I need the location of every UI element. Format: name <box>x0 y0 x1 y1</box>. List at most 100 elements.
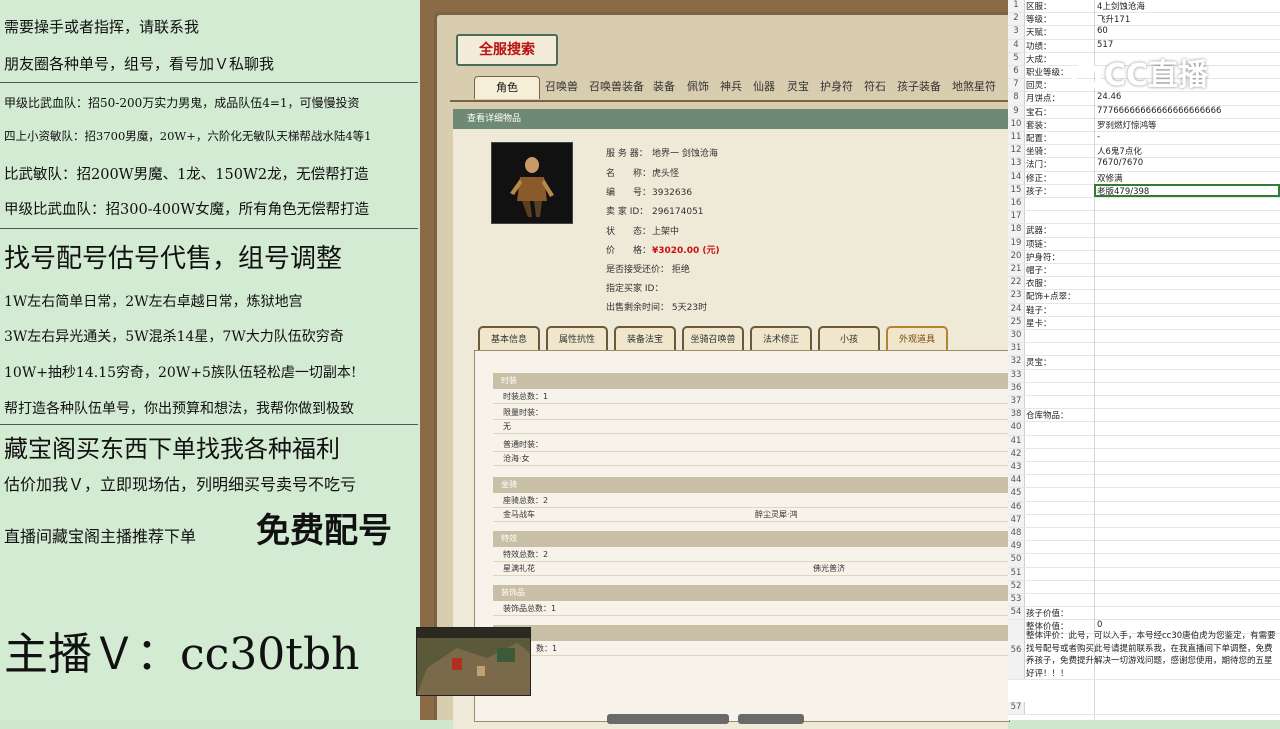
table-row[interactable]: 24 鞋子： <box>1008 303 1280 317</box>
row-number: 56 <box>1008 620 1025 679</box>
table-row[interactable]: 23 配饰+点翠： <box>1008 290 1280 304</box>
table-row[interactable]: 53 <box>1008 594 1280 608</box>
tab-spirit-treasure[interactable]: 灵宝 <box>787 76 809 98</box>
table-row[interactable]: 30 <box>1008 330 1280 344</box>
table-row[interactable]: 33 <box>1008 369 1280 383</box>
subtab-equipment[interactable]: 装备法宝 <box>614 326 676 350</box>
cell-key: 修正： <box>1026 173 1052 184</box>
divider <box>0 82 418 83</box>
table-row[interactable]: 32 灵宝： <box>1008 356 1280 370</box>
row-number: 22 <box>1008 277 1025 290</box>
table-row[interactable]: 51 <box>1008 567 1280 581</box>
tab-summon[interactable]: 召唤兽 <box>545 76 578 98</box>
table-row[interactable]: 46 <box>1008 501 1280 515</box>
subtab-child[interactable]: 小孩 <box>818 326 880 350</box>
promo-line: 甲级比武血队：招300-400W女魔，所有角色无偿帮打造 <box>4 202 370 218</box>
row-number: 18 <box>1008 224 1025 237</box>
row-number: 43 <box>1008 462 1025 475</box>
promo-line: 甲级比武血队：招50-200万实力男鬼，成品队伍4=1，可慢慢投资 <box>4 96 360 110</box>
table-row[interactable]: 42 <box>1008 448 1280 462</box>
table-row[interactable]: 54 孩子价值： <box>1008 607 1280 621</box>
table-row[interactable]: 36 <box>1008 382 1280 396</box>
table-row[interactable]: 8 月饼点： 24.46 <box>1008 92 1280 106</box>
row-number: 57 <box>1008 702 1025 715</box>
row-number: 15 <box>1008 184 1025 197</box>
row-number: 3 <box>1008 26 1025 39</box>
table-row[interactable]: 3 天赋： 60 <box>1008 26 1280 40</box>
table-row[interactable]: 20 护身符： <box>1008 250 1280 264</box>
tab-equipment[interactable]: 装备 <box>653 76 675 98</box>
cell-value: 517 <box>1097 39 1114 50</box>
row-number: 13 <box>1008 158 1025 171</box>
row-number: 16 <box>1008 198 1025 211</box>
row-number: 32 <box>1008 356 1025 369</box>
list-item: 金马战车 醉尘灵犀·鸿 <box>493 508 1008 522</box>
subtab-appearance[interactable]: 外观道具 <box>886 326 948 350</box>
subtab-spell-correction[interactable]: 法术修正 <box>750 326 812 350</box>
table-row[interactable]: 52 <box>1008 580 1280 594</box>
table-row[interactable]: 38 仓库物品： <box>1008 409 1280 423</box>
tab-fairy-item[interactable]: 仙器 <box>753 76 775 98</box>
table-row[interactable]: 43 <box>1008 462 1280 476</box>
promo-line: 需要操手或者指挥，请联系我 <box>4 18 200 36</box>
cell-key: 帽子： <box>1026 266 1052 276</box>
tab-amulet[interactable]: 护身符 <box>820 76 853 98</box>
table-row[interactable]: 17 <box>1008 211 1280 225</box>
bottom-button[interactable] <box>607 714 729 724</box>
table-row[interactable]: 31 <box>1008 343 1280 357</box>
table-row[interactable]: 9 宝石： 77766666666666666666666 <box>1008 105 1280 119</box>
table-row[interactable]: 16 <box>1008 198 1280 212</box>
table-row[interactable]: 48 <box>1008 528 1280 542</box>
info-server: 服 务 器： 地界一 剑蚀沧海 <box>606 149 718 159</box>
table-row[interactable]: 21 帽子： <box>1008 264 1280 278</box>
character-icon <box>510 157 554 217</box>
table-row[interactable]: 1 区服： 4上剑蚀沧海 <box>1008 0 1280 14</box>
promo-line: 估价加我Ｖ，立即现场估，列明细买号卖号不吃亏 <box>4 475 357 494</box>
tab-star-rune[interactable]: 地煞星符 <box>952 76 996 98</box>
subtab-basic-info[interactable]: 基本信息 <box>478 326 540 350</box>
info-designated-buyer: 指定买家 ID： <box>606 284 664 294</box>
table-row[interactable]: 37 <box>1008 396 1280 410</box>
bottom-button[interactable] <box>738 714 804 724</box>
table-row[interactable]: 2 等级： 飞升171 <box>1008 13 1280 27</box>
table-row[interactable]: 44 <box>1008 475 1280 489</box>
cell-key: 等级： <box>1026 15 1052 26</box>
tab-summon-equipment[interactable]: 召唤兽装备 <box>589 76 644 98</box>
tab-divine-weapon[interactable]: 神兵 <box>720 76 742 98</box>
row-number: 2 <box>1008 13 1025 26</box>
cell-key: 职业等级： <box>1026 68 1069 78</box>
global-search-banner[interactable]: 全服搜索 <box>456 34 558 66</box>
subtab-attributes[interactable]: 属性抗性 <box>546 326 608 350</box>
row-number: 36 <box>1008 382 1025 395</box>
table-row[interactable]: 49 <box>1008 541 1280 555</box>
table-row[interactable]: 22 衣服： <box>1008 277 1280 291</box>
row-number: 40 <box>1008 422 1025 435</box>
table-row[interactable]: 41 <box>1008 435 1280 449</box>
table-row[interactable]: 12 坐骑： 人6鬼7点化 <box>1008 145 1280 159</box>
table-row[interactable]: 25 星卡： <box>1008 316 1280 330</box>
row-number: 46 <box>1008 501 1025 514</box>
row-number: 38 <box>1008 409 1025 422</box>
table-row[interactable]: 40 <box>1008 422 1280 436</box>
table-row[interactable]: 14 修正： 双修满 <box>1008 171 1280 185</box>
subtab-mount-summon[interactable]: 坐骑召唤兽 <box>682 326 744 350</box>
cell-value: - <box>1097 132 1101 142</box>
table-row[interactable]: 13 法门： 7670/7670 <box>1008 158 1280 172</box>
tab-rune-stone[interactable]: 符石 <box>864 76 886 98</box>
row-number: 21 <box>1008 264 1025 277</box>
table-row[interactable]: 18 武器： <box>1008 224 1280 238</box>
table-row[interactable]: 50 <box>1008 554 1280 568</box>
table-row[interactable]: 11 配置： - <box>1008 132 1280 146</box>
table-row[interactable]: 47 <box>1008 514 1280 528</box>
table-row[interactable]: 19 项链： <box>1008 237 1280 251</box>
tab-accessory[interactable]: 佩饰 <box>687 76 709 98</box>
table-row[interactable]: 45 <box>1008 488 1280 502</box>
table-row[interactable]: 10 套装： 罗刹燃灯惊鸿等 <box>1008 118 1280 132</box>
tab-character[interactable]: 角色 <box>474 76 540 99</box>
tab-child-equipment[interactable]: 孩子装备 <box>897 76 941 98</box>
row-number: 19 <box>1008 237 1025 250</box>
info-price: 价 格：¥3020.00 (元) <box>606 246 720 256</box>
section-header <box>493 625 1008 641</box>
row-number: 7 <box>1008 79 1025 92</box>
selected-cell[interactable] <box>1094 184 1280 197</box>
